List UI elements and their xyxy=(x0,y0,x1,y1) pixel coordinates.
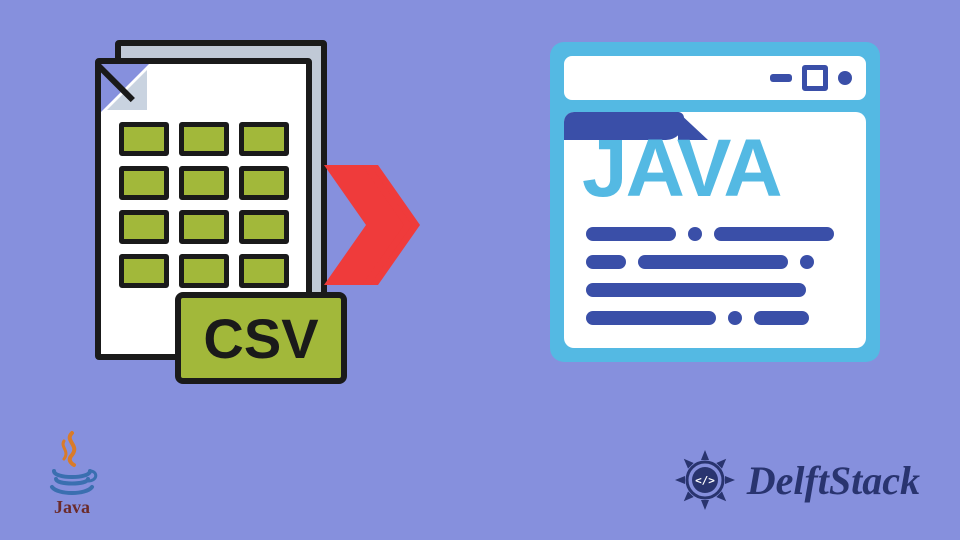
code-segment xyxy=(754,311,809,325)
code-segment xyxy=(714,227,834,241)
code-segment xyxy=(638,255,788,269)
page-fold-edge xyxy=(101,64,149,112)
code-segment xyxy=(586,311,716,325)
window-body: JAVA xyxy=(564,112,866,348)
minimize-icon xyxy=(770,74,792,82)
maximize-icon xyxy=(802,65,828,91)
delftstack-logo: </> DelftStack xyxy=(673,448,920,512)
svg-text:</>: </> xyxy=(695,474,715,487)
java-cup-icon xyxy=(44,429,100,499)
grid-cell xyxy=(119,166,169,200)
code-dot xyxy=(800,255,814,269)
code-lines xyxy=(586,227,844,325)
code-segment xyxy=(586,283,806,297)
grid-cell xyxy=(239,166,289,200)
grid-cell xyxy=(179,210,229,244)
grid-cell xyxy=(239,122,289,156)
code-row xyxy=(586,283,844,297)
grid-cell xyxy=(119,122,169,156)
code-dot xyxy=(728,311,742,325)
java-logo: Java xyxy=(32,429,112,518)
grid-cell xyxy=(239,254,289,288)
spreadsheet-grid xyxy=(119,122,289,288)
code-segment xyxy=(586,227,676,241)
code-row xyxy=(586,311,844,325)
grid-cell xyxy=(239,210,289,244)
window-titlebar xyxy=(564,56,866,100)
csv-badge: CSV xyxy=(175,292,347,384)
java-title-text: JAVA xyxy=(582,122,781,216)
grid-cell xyxy=(119,254,169,288)
code-row xyxy=(586,255,844,269)
grid-cell xyxy=(119,210,169,244)
java-code-window: JAVA xyxy=(550,42,880,362)
code-dot xyxy=(688,227,702,241)
csv-badge-text: CSV xyxy=(203,306,318,371)
grid-cell xyxy=(179,122,229,156)
code-row xyxy=(586,227,844,241)
java-logo-label: Java xyxy=(32,497,112,518)
delftstack-badge-icon: </> xyxy=(673,448,737,512)
grid-cell xyxy=(179,166,229,200)
grid-cell xyxy=(179,254,229,288)
code-segment xyxy=(586,255,626,269)
delftstack-text: DelftStack xyxy=(747,457,920,504)
close-icon xyxy=(838,71,852,85)
illustration-canvas: CSV JAVA xyxy=(0,0,960,540)
